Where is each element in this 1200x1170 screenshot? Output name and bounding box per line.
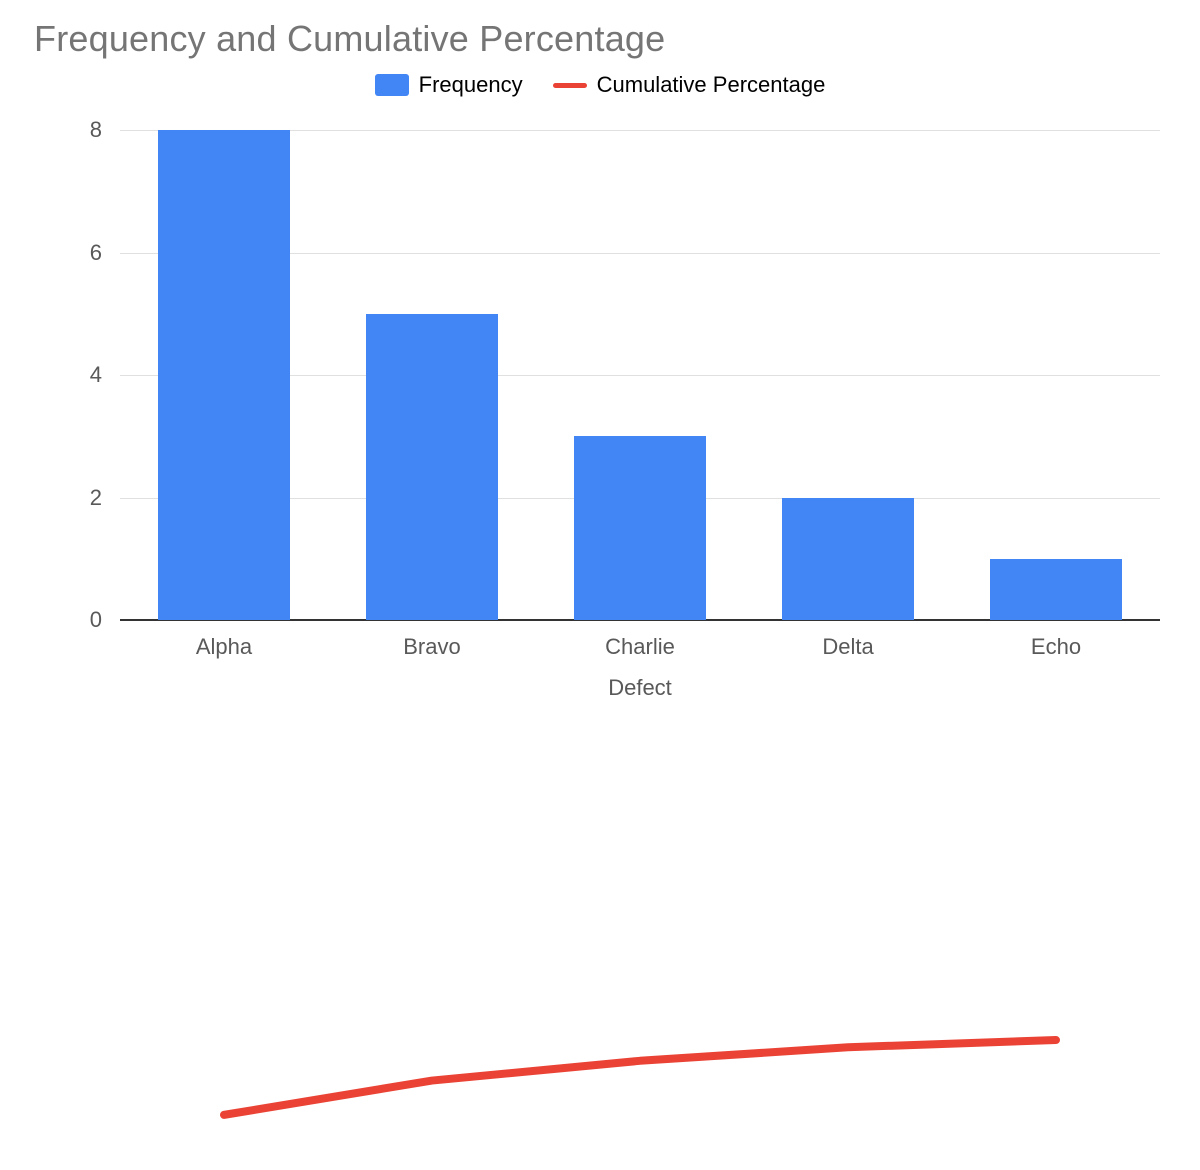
y-tick-label: 0 [90, 607, 120, 633]
chart-title: Frequency and Cumulative Percentage [34, 18, 665, 60]
y-tick-label: 2 [90, 485, 120, 511]
x-tick-label: Alpha [196, 620, 252, 660]
legend-swatch-line [553, 83, 587, 88]
legend: Frequency Cumulative Percentage [0, 72, 1200, 98]
y-tick-label: 8 [90, 117, 120, 143]
legend-item-cumulative[interactable]: Cumulative Percentage [553, 72, 826, 98]
legend-label-frequency: Frequency [419, 72, 523, 98]
y-tick-label: 4 [90, 362, 120, 388]
plot-area: 0 2 4 6 8 Alpha Bravo Charlie Delta Echo… [120, 130, 1160, 620]
chart-container: Frequency and Cumulative Percentage Freq… [0, 0, 1200, 742]
legend-item-frequency[interactable]: Frequency [375, 72, 523, 98]
y-tick-label: 6 [90, 240, 120, 266]
x-tick-label: Delta [822, 620, 873, 660]
x-tick-label: Bravo [403, 620, 460, 660]
legend-swatch-bar [375, 74, 409, 96]
x-tick-label: Echo [1031, 620, 1081, 660]
legend-label-cumulative: Cumulative Percentage [597, 72, 826, 98]
x-axis-label: Defect [608, 620, 672, 701]
